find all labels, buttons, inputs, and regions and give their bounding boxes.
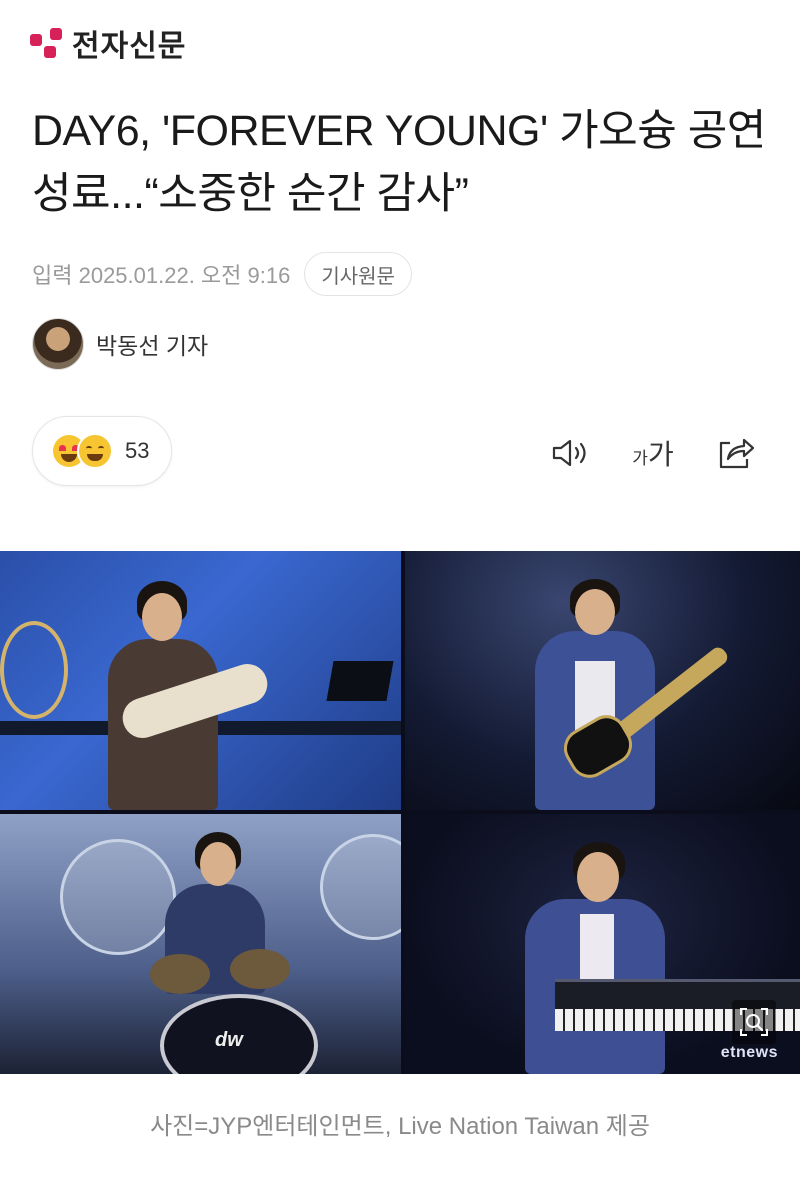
photo-watermark: etnews xyxy=(720,1044,778,1061)
zoom-icon xyxy=(740,1008,768,1036)
reaction-count: 53 xyxy=(125,438,150,463)
article-photo[interactable]: dw etnews xyxy=(0,551,800,1074)
article-headline: DAY6, 'FOREVER YOUNG' 가오슝 공연 성료...“소중한 순… xyxy=(32,107,766,218)
speaker-icon xyxy=(552,439,586,467)
font-size-button[interactable]: 가가 xyxy=(628,428,678,478)
author-row[interactable]: 박동선 기자 xyxy=(32,318,208,370)
photo-caption: 사진=JYP엔터테인먼트, Live Nation Taiwan 제공 xyxy=(150,1113,650,1140)
publish-date: 입력 2025.01.22. 오전 9:16 xyxy=(32,263,291,288)
listen-button[interactable] xyxy=(548,428,592,478)
zoom-button[interactable] xyxy=(732,1000,776,1044)
share-icon xyxy=(719,438,755,469)
smile-emoji-icon xyxy=(77,433,113,469)
font-size-icon: 가가 xyxy=(632,439,674,470)
author-name: 박동선 기자 xyxy=(96,333,209,359)
drum-logo: dw xyxy=(215,1029,243,1051)
photo-panel-drummer: dw xyxy=(0,814,401,1074)
avatar xyxy=(32,318,84,370)
brand-logo[interactable]: 전자신문 xyxy=(30,18,186,68)
article-meta: 입력 2025.01.22. 오전 9:16 기사원문 xyxy=(32,252,412,296)
logo-mark-icon xyxy=(30,26,68,60)
reaction-button[interactable]: 53 xyxy=(32,416,172,486)
brand-name: 전자신문 xyxy=(72,30,187,63)
original-article-button[interactable]: 기사원문 xyxy=(304,252,412,296)
share-button[interactable] xyxy=(714,428,758,478)
photo-panel-bassist xyxy=(405,551,800,810)
photo-panel-guitarist xyxy=(0,551,401,810)
